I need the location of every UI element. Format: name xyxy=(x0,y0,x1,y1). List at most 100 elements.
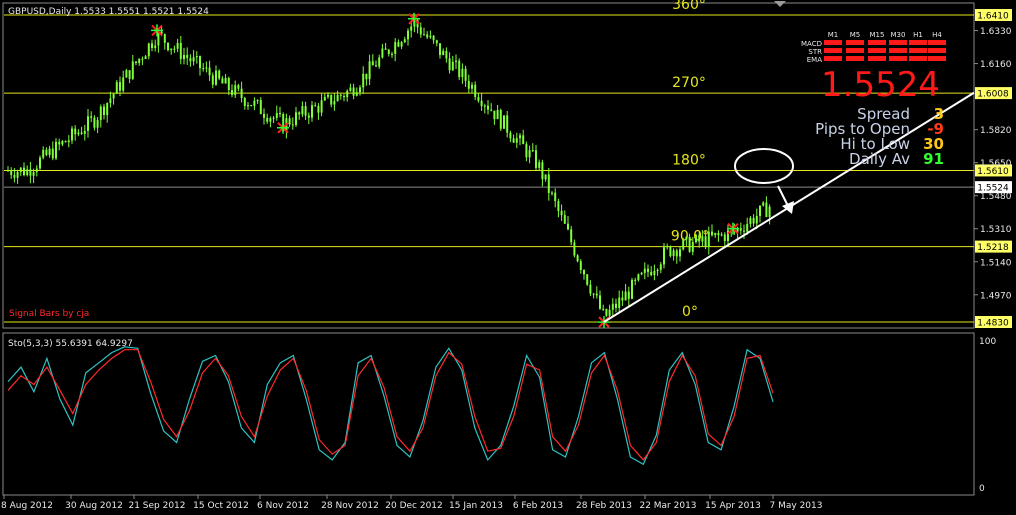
candle-body-185 xyxy=(599,295,601,309)
level-angle-label-4: 0° xyxy=(682,304,698,320)
candle-body-231 xyxy=(746,224,749,232)
candle-body-92 xyxy=(301,106,304,115)
candle-body-114 xyxy=(371,61,374,66)
stat-label-daily-av: Daily Av xyxy=(849,150,910,168)
candle-body-165 xyxy=(535,150,537,168)
candle-body-195 xyxy=(631,279,633,299)
chart-canvas[interactable]: 1.6410360°1.6008270°1.5610180°1.521890.0… xyxy=(0,0,1016,511)
dashboard-cell-2-2 xyxy=(868,56,886,61)
candle-body-80 xyxy=(263,114,265,118)
candle-body-58 xyxy=(192,57,195,62)
candle-body-111 xyxy=(362,73,365,88)
candle-body-152 xyxy=(493,110,496,120)
candle-body-33 xyxy=(112,93,115,99)
candle-body-142 xyxy=(461,68,464,78)
candle-body-88 xyxy=(288,118,291,125)
candle-body-61 xyxy=(202,68,205,70)
candle-body-108 xyxy=(352,87,355,96)
candle-body-223 xyxy=(720,234,723,236)
candle-body-124 xyxy=(403,39,406,43)
candle-body-173 xyxy=(560,210,563,216)
candle-body-10 xyxy=(39,157,41,169)
candle-body-168 xyxy=(544,174,547,180)
candle-body-101 xyxy=(330,94,333,105)
candle-body-145 xyxy=(471,84,473,89)
chart-shift-marker[interactable] xyxy=(774,1,786,7)
candle-body-96 xyxy=(314,105,317,107)
candle-body-237 xyxy=(765,202,768,217)
candle-body-203 xyxy=(656,269,659,271)
time-label-8: 6 Feb 2013 xyxy=(513,501,563,511)
candle-body-37 xyxy=(125,70,128,78)
candle-body-83 xyxy=(272,117,275,119)
dashboard-cell-2-4 xyxy=(909,56,927,61)
symbol-header: GBPUSD,Daily 1.5533 1.5551 1.5521 1.5524 xyxy=(8,7,209,17)
candle-body-222 xyxy=(717,232,720,236)
stat-value-daily-av: 91 xyxy=(923,150,944,168)
candle-body-22 xyxy=(77,132,80,135)
candle-body-76 xyxy=(250,105,253,107)
candle-body-216 xyxy=(698,235,701,242)
candle-body-147 xyxy=(477,97,480,101)
candle-body-113 xyxy=(368,61,371,80)
candle-body-163 xyxy=(528,150,531,158)
candle-body-66 xyxy=(218,70,221,79)
candle-body-138 xyxy=(448,58,451,71)
candle-body-90 xyxy=(295,112,297,125)
candle-body-198 xyxy=(640,272,643,275)
candle-body-85 xyxy=(279,112,281,115)
candle-body-189 xyxy=(611,303,614,310)
candle-body-134 xyxy=(435,40,438,44)
candle-body-196 xyxy=(634,279,637,281)
candle-body-64 xyxy=(211,75,214,85)
candle-body-56 xyxy=(186,54,189,59)
candle-body-236 xyxy=(762,202,765,206)
signal-bars-annotation: Signal Bars by cja xyxy=(9,309,89,319)
stochastic-series-0 xyxy=(7,346,774,466)
dashboard-cell-1-0 xyxy=(824,48,842,53)
candle-body-62 xyxy=(205,67,208,69)
candle-body-190 xyxy=(615,303,617,308)
candle-body-210 xyxy=(679,249,681,257)
candle-body-43 xyxy=(144,56,147,59)
candle-body-2 xyxy=(13,174,16,178)
stoch-tick-100: 100 xyxy=(979,337,996,347)
level-price-label-1: 1.6008 xyxy=(977,90,1009,100)
candle-body-52 xyxy=(173,48,176,50)
candle-body-162 xyxy=(525,144,528,158)
highlight-ellipse[interactable] xyxy=(734,148,794,184)
candle-body-57 xyxy=(189,58,192,62)
candle-body-84 xyxy=(275,112,278,118)
candles xyxy=(7,17,771,318)
candle-body-214 xyxy=(691,242,694,252)
candle-body-179 xyxy=(579,261,582,270)
candle-body-159 xyxy=(515,138,518,143)
candle-body-73 xyxy=(240,88,243,99)
price-tick-label-4: 1.5480 xyxy=(980,192,1012,202)
dashboard-cell-0-4 xyxy=(909,40,927,45)
candle-body-146 xyxy=(474,84,477,98)
candle-body-221 xyxy=(714,232,717,236)
dashboard-cell-1-4 xyxy=(909,48,927,53)
candle-body-170 xyxy=(551,192,553,194)
candle-body-4 xyxy=(19,167,22,173)
candle-body-208 xyxy=(672,250,675,257)
chart-terminal[interactable]: 1.6410 360° 1.6008 270° 1.5610 180° 1.5218 90.0… xyxy=(0,0,1016,511)
dashboard-cell-1-2 xyxy=(868,48,886,53)
candle-body-123 xyxy=(400,42,403,47)
time-label-7: 15 Jan 2013 xyxy=(449,501,503,511)
candle-body-218 xyxy=(704,236,707,248)
candle-body-25 xyxy=(87,116,89,131)
dashboard-cell-0-3 xyxy=(889,40,907,45)
candle-body-220 xyxy=(711,231,713,236)
candle-body-31 xyxy=(106,103,109,115)
dashboard-cell-0-2 xyxy=(868,40,886,45)
candle-body-0 xyxy=(7,170,9,172)
candle-body-46 xyxy=(154,45,157,49)
candle-body-205 xyxy=(663,247,665,265)
candle-body-54 xyxy=(179,42,182,60)
candle-body-27 xyxy=(93,117,96,128)
time-label-11: 15 Apr 2013 xyxy=(705,501,761,511)
candle-body-132 xyxy=(429,35,432,38)
candle-body-106 xyxy=(346,90,349,98)
